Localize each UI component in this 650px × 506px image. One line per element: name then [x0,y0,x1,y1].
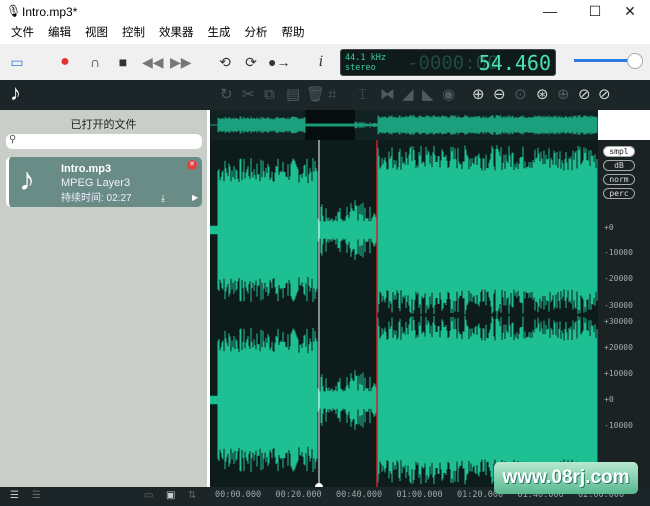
title-bar: 🎙 Intro.mp3* — ☐ ✕ [0,0,650,24]
amplitude-label: +10000 [604,369,633,378]
menu-effects[interactable]: 效果器 [152,24,201,44]
snap-icon[interactable]: ⇅ [188,490,196,501]
spectrum-icon[interactable]: ▣ [166,490,175,501]
waveform-channel-right [210,315,598,485]
normalize-icon[interactable]: ⌶ [358,86,367,104]
waveform-view[interactable] [210,110,598,487]
fade-in-icon[interactable]: ◢ [402,86,414,104]
volume-slider-handle[interactable] [627,53,643,69]
timeline-label: 00:00.000 [215,490,262,500]
amplitude-label: -30000 [604,301,633,310]
menu-analyze[interactable]: 分析 [238,24,275,44]
file-format: MPEG Layer3 [61,177,131,189]
timeline-label: 00:40.000 [336,490,383,500]
vzoom-in-icon[interactable]: ⊘ [578,86,591,104]
zoom-out-icon[interactable]: ⊖ [493,86,506,104]
amplitude-label: +0 [604,395,614,404]
save-icon[interactable]: ⤓ [161,193,165,204]
sample-rate: 44.1 kHz [345,53,386,63]
amplitude-label: -10000 [604,248,633,257]
loop-selection-icon[interactable]: ⟳ [242,54,260,70]
amplitude-label: -10000 [604,421,633,430]
music-note-icon: ♪ [10,80,21,105]
menu-control[interactable]: 控制 [115,24,152,44]
maximize-button[interactable]: ☐ [580,3,610,20]
fade-out-icon[interactable]: ◣ [422,86,434,104]
copy-icon[interactable]: ⧉ [264,86,275,104]
paste-icon[interactable]: ▤ [286,86,300,104]
file-panel-title: 已打开的文件 [70,119,137,131]
close-file-icon[interactable]: ✕ [187,160,197,170]
amplitude-label: +30000 [604,317,633,326]
amplitude-mode-norm[interactable]: norm [603,174,635,185]
menu-generate[interactable]: 生成 [201,24,238,44]
overview-waveform [210,115,598,135]
amplitude-mode-db[interactable]: dB [603,160,635,171]
menu-edit[interactable]: 编辑 [41,24,78,44]
cut-icon[interactable]: ✂ [242,86,255,104]
timeline-label: 01:00.000 [396,490,443,500]
panel-toggle-icon[interactable]: ▭ [8,54,26,70]
delete-icon[interactable]: 🗑 [306,86,325,104]
reverse-icon[interactable]: ⧓ [380,86,395,104]
volume-slider[interactable] [574,59,634,62]
file-search-input[interactable] [6,134,202,149]
amplitude-label: -20000 [604,274,633,283]
fast-forward-icon[interactable]: ▶▶ [170,54,192,70]
time-display: 44.1 kHz stereo -0000:00 54.460 [340,49,556,76]
redo-icon[interactable]: ↻ [220,86,233,104]
follow-playhead-icon[interactable]: ●→ [268,54,290,70]
amplitude-mode-perc[interactable]: perc [603,188,635,199]
info-icon[interactable]: i [312,54,330,70]
amplitude-label: +20000 [604,343,633,352]
compact-view-icon[interactable]: ☰ [32,490,41,501]
menu-bar: 文件 编辑 视图 控制 效果器 生成 分析 帮助 [0,24,312,44]
amplitude-mode-smpl[interactable]: smpl [603,146,635,157]
watermark: www.08rj.com [494,462,638,494]
menu-file[interactable]: 文件 [4,24,41,44]
zoom-selection-icon[interactable]: ⊙ [514,86,527,104]
loop-icon[interactable]: ⟲ [216,54,234,70]
waveform-channel-left [210,145,598,315]
zoom-reset-icon[interactable]: ⊕ [557,86,570,104]
silence-icon[interactable]: ◉ [442,86,455,104]
channel-mode: stereo [345,63,376,73]
amplitude-label: +0 [604,223,614,232]
search-icon: ⚲ [9,134,17,145]
file-list-item[interactable]: ♪ Intro.mp3 MPEG Layer3 持续时间: 02:27 ✕ ⤓ … [6,157,202,207]
file-duration: 持续时间: 02:27 [61,193,132,204]
zoom-fit-icon[interactable]: ⊛ [536,86,549,104]
app-icon: 🎙 [6,4,22,18]
audio-file-icon: ♪ [19,161,35,197]
stop-icon[interactable]: ■ [114,54,132,70]
list-view-icon[interactable]: ☰ [10,490,19,501]
menu-help[interactable]: 帮助 [275,24,312,44]
window-title: Intro.mp3* [22,5,78,19]
crop-icon[interactable]: ⌗ [328,86,336,104]
minimize-button[interactable]: — [535,3,565,19]
close-button[interactable]: ✕ [615,3,645,20]
headphones-icon[interactable]: ∩ [86,54,104,70]
monitor-icon[interactable]: ▭ [144,490,153,501]
file-name: Intro.mp3 [61,163,112,175]
timeline-label: 00:20.000 [275,490,322,500]
vzoom-out-icon[interactable]: ⊘ [598,86,611,104]
current-time: 54.460 [478,51,551,75]
zoom-in-icon[interactable]: ⊕ [472,86,485,104]
rewind-icon[interactable]: ◀◀ [142,54,164,70]
record-icon[interactable]: ● [56,54,74,70]
play-file-icon[interactable]: ▶ [192,193,198,202]
menu-view[interactable]: 视图 [78,24,115,44]
